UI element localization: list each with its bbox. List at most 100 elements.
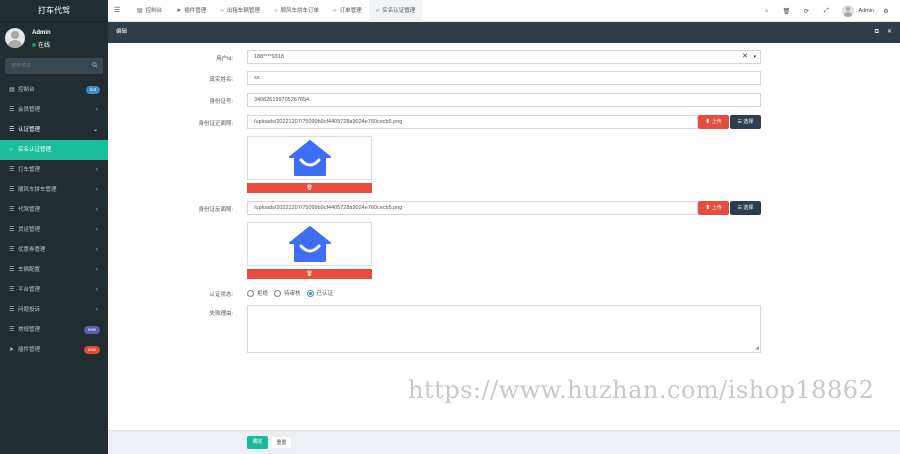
back-image-preview[interactable]	[247, 222, 372, 266]
circle-icon: ○	[9, 147, 13, 153]
list-icon: ☰	[9, 207, 15, 213]
circle-icon: ○	[375, 8, 380, 14]
status-radio-verified[interactable]	[306, 289, 314, 297]
search-input[interactable]	[5, 58, 103, 74]
circle-icon: ○	[220, 8, 224, 14]
clear-icon[interactable]: ✕	[742, 51, 748, 63]
sidebar-item[interactable]: ☰ 认证管理 ⌄	[0, 120, 108, 140]
topbar-user[interactable]: Admin	[858, 8, 874, 14]
tab[interactable]: ○ 出租车辆管理	[213, 0, 267, 22]
sidebar-item[interactable]: ☰ 平台管理 ‹	[0, 280, 108, 300]
trash-icon[interactable]: 🗑	[778, 8, 794, 15]
front-image-preview[interactable]	[247, 136, 372, 180]
tab[interactable]: ○ 顺风车拼车订单	[267, 0, 326, 22]
sidebar-item[interactable]: ☰ 优惠券管理 ‹	[0, 240, 108, 260]
status-option-label: 已认证	[316, 291, 334, 297]
sidebar-item[interactable]: ☰ 车辆配置 ‹	[0, 260, 108, 280]
user-id-select[interactable]: 188****9318 ✕ ▾	[247, 50, 761, 64]
menu-toggle-icon[interactable]: ☰	[114, 6, 120, 14]
tab-label: 实名认证管理	[382, 8, 416, 14]
house-image-icon	[289, 140, 331, 176]
sidebar-item-label: 货运管理	[18, 227, 41, 233]
submit-button[interactable]: 确定	[247, 436, 268, 449]
refresh-icon[interactable]: ⟳	[798, 8, 814, 15]
tab-label: 出租车辆管理	[226, 8, 260, 14]
front-choose-button[interactable]: ☰ 选择	[730, 115, 761, 129]
back-choose-button[interactable]: ☰ 选择	[730, 201, 761, 215]
list-icon: ☰	[9, 287, 15, 293]
tab-label: 插件管理	[184, 8, 207, 14]
menu-badge: hot	[85, 86, 100, 94]
front-image-label: 身份证正面照:	[198, 121, 233, 127]
chevron-left-icon: ‹	[96, 267, 98, 273]
status-option-label: 拒绝	[257, 291, 269, 297]
chevron-left-icon: ‹	[96, 167, 98, 173]
sidebar-search	[5, 58, 103, 74]
sidebar-item[interactable]: ☰ 问题投诉 ‹	[0, 300, 108, 320]
sidebar-item[interactable]: ☰ 货运管理 ‹	[0, 220, 108, 240]
back-image-label: 身份证反面照:	[198, 207, 233, 213]
rocket-icon: ➤	[176, 8, 182, 14]
resize-handle-icon[interactable]: ◢	[755, 345, 759, 351]
chevron-left-icon: ‹	[96, 207, 98, 213]
app-logo[interactable]: 打车代驾	[0, 0, 108, 22]
tab[interactable]: ○ 实名认证管理	[368, 0, 423, 22]
sidebar-menu: ▤ 控制台 hot ☰ 会员管理 ‹ ☰ 认证管理 ⌄ ○ 实名认证管理 ☰ 打车管理 ‹ ☰ 顺风车拼车管理…	[0, 80, 108, 360]
dashboard-icon: ▤	[9, 87, 15, 93]
sidebar: 打车代驾 Admin 在线 ▤控制台hot☰会员管理‹☰认证管理⌄○实名认证管理…	[0, 0, 108, 454]
sidebar-item[interactable]: ☰ 常规管理 new	[0, 320, 108, 340]
tab[interactable]: ➤ 插件管理	[169, 0, 213, 22]
list-icon: ☰	[9, 327, 15, 333]
online-dot-icon	[32, 43, 36, 48]
sidebar-item-label: 会员管理	[18, 107, 41, 113]
status-label: 认证状态:	[209, 292, 233, 298]
close-icon[interactable]: ✕	[887, 29, 892, 35]
search-icon[interactable]	[92, 62, 98, 68]
popout-icon[interactable]: ⧉	[875, 29, 879, 35]
real-name-field[interactable]: ss	[247, 71, 761, 85]
list-icon: ☰	[737, 205, 743, 211]
trash-icon: 🗑	[306, 185, 313, 191]
home-icon[interactable]: ⌂	[758, 8, 774, 14]
id-card-field[interactable]: 340826199705267654	[247, 93, 761, 107]
settings-icon[interactable]: ⚙	[878, 8, 894, 15]
list-icon: ☰	[737, 119, 743, 125]
sidebar-item[interactable]: ➤ 插件管理 new	[0, 340, 108, 360]
sidebar-item-label: 实名认证管理	[18, 147, 52, 153]
sidebar-item[interactable]: ☰ 代驾管理 ‹	[0, 200, 108, 220]
reset-button[interactable]: 重置	[271, 436, 292, 449]
sidebar-item[interactable]: ☰ 打车管理 ‹	[0, 160, 108, 180]
status-radio-group: 拒绝 待审核 已认证	[247, 289, 339, 297]
watermark-text: https://www.huzhan.com/ishop18862	[408, 376, 875, 404]
caret-down-icon[interactable]: ▾	[753, 51, 756, 63]
topbar-avatar[interactable]	[842, 5, 855, 17]
edit-form: 用户id: 188****9318 ✕ ▾ 真实姓名: ss 身份证号: 340…	[108, 43, 900, 430]
sidebar-item[interactable]: ☰ 顺风车拼车管理 ‹	[0, 180, 108, 200]
front-image-field[interactable]: /uploads/20221207/75099b9cf4405728a9024e…	[247, 115, 698, 129]
chevron-down-icon: ⌄	[92, 127, 98, 133]
list-icon: ☰	[9, 267, 15, 273]
id-card-label: 身份证号:	[209, 99, 233, 105]
fullscreen-icon[interactable]: ⤢	[818, 8, 834, 15]
chevron-left-icon: ‹	[96, 107, 98, 113]
sidebar-item[interactable]: ☰ 会员管理 ‹	[0, 100, 108, 120]
back-image-field[interactable]: /uploads/20221207/75099b9cf4405728a9024e…	[247, 201, 698, 215]
form-footer: 确定 重置	[108, 430, 900, 454]
reason-textarea[interactable]: ◢	[247, 305, 761, 353]
back-upload-button[interactable]: ⬆ 上传	[698, 201, 729, 215]
panel-title: 编辑	[116, 29, 128, 35]
status-radio-pending[interactable]	[274, 289, 282, 297]
sidebar-item[interactable]: ▤ 控制台 hot	[0, 80, 108, 100]
list-icon: ☰	[9, 127, 15, 133]
tab[interactable]: ○ 订单管理	[326, 0, 369, 22]
status-radio-reject[interactable]	[247, 289, 254, 297]
back-delete-button[interactable]: 🗑	[247, 269, 372, 279]
topbar: ☰ ▤ 控制台 ➤ 插件管理 ○ 出租车辆管理 ○ 顺风车拼车订单 ○ 订单管理 ○ 实名认证管理 ⌂…	[108, 0, 900, 22]
tab[interactable]: ▤ 控制台	[130, 0, 169, 22]
front-upload-button[interactable]: ⬆ 上传	[698, 115, 729, 129]
tab-bar: ▤ 控制台 ➤ 插件管理 ○ 出租车辆管理 ○ 顺风车拼车订单 ○ 订单管理 ○ 实名认证管理	[130, 0, 423, 22]
front-delete-button[interactable]: 🗑	[247, 183, 372, 193]
real-name-label: 真实姓名:	[209, 77, 233, 83]
sidebar-item[interactable]: ○ 实名认证管理	[0, 140, 108, 160]
user-status-text: 在线	[38, 43, 51, 49]
